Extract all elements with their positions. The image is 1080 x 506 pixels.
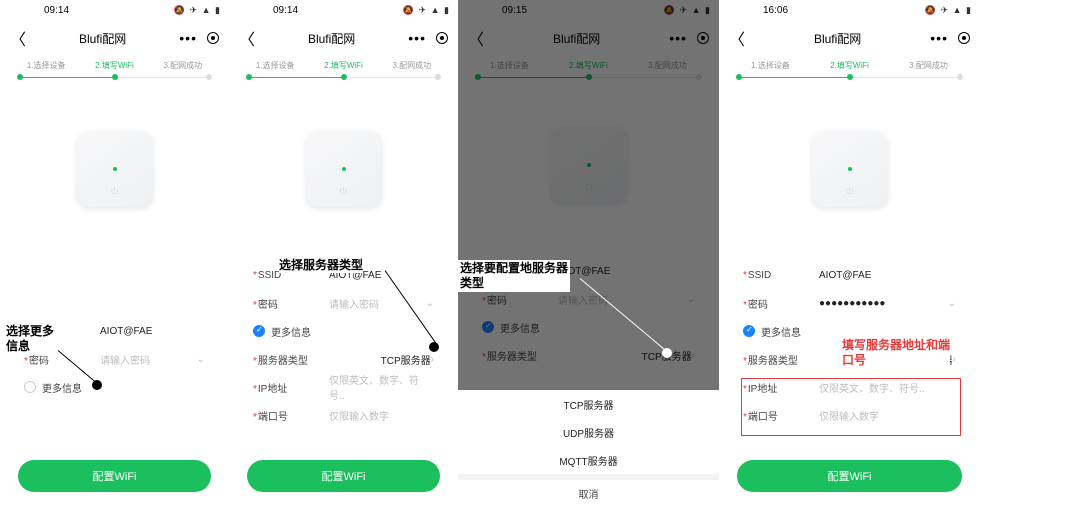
device-image: ⏻ (306, 131, 382, 207)
step-2-label: 2.填写WiFi (80, 60, 148, 71)
annotation-fill-server: 填写服务器地址和端 口号 (842, 338, 950, 368)
back-icon[interactable]: 〈 (729, 26, 745, 50)
password-input[interactable]: ●●●●●●●●●●● (819, 298, 948, 309)
highlight-server-fields (741, 378, 961, 436)
eye-icon[interactable]: ⌄ (948, 298, 956, 309)
sheet-option-tcp[interactable]: TCP服务器 (458, 390, 719, 418)
ssid-value[interactable]: AIOT@FAE (100, 326, 205, 337)
miniprogram-close-icon[interactable] (436, 32, 448, 44)
more-info-label: 更多信息 (761, 324, 801, 339)
annotation-more-info: 选择更多 信息 (6, 324, 54, 354)
screen-3: 09:15🔕 ✈ ▲ ▮ 〈 Blufi配网 ••• 1.选择设备2.填写WiF… (458, 0, 719, 506)
sheet-option-mqtt[interactable]: MQTT服务器 (458, 446, 719, 474)
navbar: 〈 Blufi配网 ••• (229, 20, 458, 56)
more-menu-icon[interactable]: ••• (408, 30, 426, 46)
sheet-option-udp[interactable]: UDP服务器 (458, 418, 719, 446)
more-info-label: 更多信息 (271, 324, 311, 339)
status-icons: 🔕 ✈ ▲ ▮ (925, 5, 972, 16)
ssid-value[interactable]: AIOT@FAE (819, 270, 956, 281)
device-image: ⏻ (77, 131, 153, 207)
annotation-server-type: 选择服务器类型 (279, 258, 363, 273)
back-icon[interactable]: 〈 (10, 26, 26, 50)
sheet-cancel[interactable]: 取消 (458, 474, 719, 506)
password-label: 密码 (743, 296, 819, 311)
miniprogram-close-icon[interactable] (958, 32, 970, 44)
configure-wifi-button[interactable]: 配置WiFi (18, 460, 211, 492)
device-image: ⏻ (812, 131, 888, 207)
navbar: 〈 Blufi配网 ••• (0, 20, 229, 56)
screen-1: 09:14 🔕 ✈ ▲ ▮ 〈 Blufi配网 ••• 1.选择设备 2.填写W… (0, 0, 229, 506)
configure-wifi-button[interactable]: 配置WiFi (247, 460, 440, 492)
step-indicator: 1.选择设备 2.填写WiFi 3.配网成功 (0, 60, 229, 71)
ssid-label: SSID (743, 270, 819, 281)
port-label: 端口号 (253, 408, 329, 423)
status-bar: 09:14 🔕 ✈ ▲ ▮ (229, 0, 458, 20)
status-time: 09:14 (44, 5, 69, 16)
step-indicator: 1.选择设备 2.填写WiFi 3.配网成功 (229, 60, 458, 71)
more-info-label: 更多信息 (42, 380, 82, 395)
status-icons: 🔕 ✈ ▲ ▮ (174, 5, 221, 16)
eye-icon[interactable]: ⌄ (197, 354, 205, 365)
more-info-toggle[interactable]: 更多信息 (253, 317, 434, 345)
server-type-action-sheet: TCP服务器 UDP服务器 MQTT服务器 取消 (458, 390, 719, 506)
wifi-form: SSID AIOT@FAE 密码 请输入密码 ⌄ 更多信息 服务器类型 TCP服… (229, 261, 458, 429)
page-title: Blufi配网 (745, 30, 930, 47)
step-1-label: 1.选择设备 (12, 60, 80, 71)
port-input[interactable]: 仅限输入数字 (329, 408, 434, 423)
more-info-toggle[interactable]: 更多信息 (24, 373, 205, 401)
chevron-right-icon: › (431, 354, 434, 365)
screen-4: 16:06🔕 ✈ ▲ ▮ 〈 Blufi配网 ••• 1.选择设备2.填写WiF… (719, 0, 980, 506)
eye-icon[interactable]: ⌄ (426, 298, 434, 309)
page-title: Blufi配网 (26, 30, 179, 47)
status-time: 16:06 (763, 5, 788, 16)
more-menu-icon[interactable]: ••• (930, 30, 948, 46)
step-3-label: 3.配网成功 (149, 60, 217, 71)
configure-wifi-button[interactable]: 配置WiFi (737, 460, 962, 492)
more-info-checkbox[interactable] (253, 325, 265, 337)
miniprogram-close-icon[interactable] (207, 32, 219, 44)
status-bar: 09:14 🔕 ✈ ▲ ▮ (0, 0, 229, 20)
password-label: 密码 (253, 296, 329, 311)
more-menu-icon[interactable]: ••• (179, 30, 197, 46)
ip-label: IP地址 (253, 380, 329, 395)
status-icons: 🔕 ✈ ▲ ▮ (403, 5, 450, 16)
password-input[interactable]: 请输入密码 (100, 352, 197, 367)
page-title: Blufi配网 (255, 30, 408, 47)
more-info-checkbox[interactable] (24, 381, 36, 393)
ip-input[interactable]: 仅限英文、数字、符号.. (329, 372, 434, 402)
screen-2: 09:14 🔕 ✈ ▲ ▮ 〈 Blufi配网 ••• 1.选择设备 2.填写W… (229, 0, 458, 506)
back-icon[interactable]: 〈 (239, 26, 255, 50)
annotation-choose-server: 选择要配置地服务器 类型 (458, 260, 570, 292)
step-progress-line (20, 73, 209, 83)
status-time: 09:14 (273, 5, 298, 16)
chevron-right-icon: › (953, 354, 956, 365)
server-type-row[interactable]: 服务器类型 TCP服务器 › (253, 345, 434, 373)
more-info-checkbox[interactable] (743, 325, 755, 337)
